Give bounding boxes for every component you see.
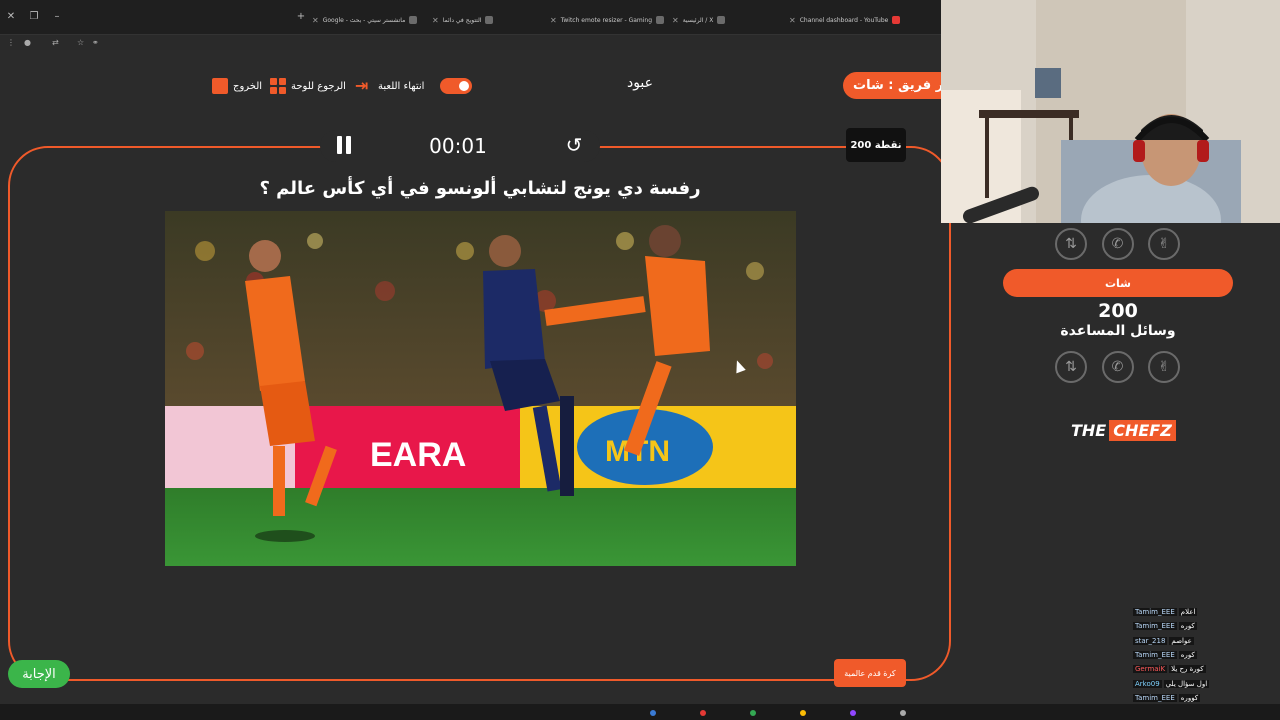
help-tools-row-bottom: ⇅ ✆ ✌: [1055, 351, 1180, 383]
exit-icon: [212, 78, 228, 94]
screen: ✕ ❐ – + ✕ Google - ماتشستر سيتي - بحث ✕ …: [0, 0, 1280, 720]
tab-favicon: [485, 16, 494, 24]
menu-icon[interactable]: ⋮: [7, 38, 15, 47]
webcam-feed: [941, 0, 1280, 223]
reset-timer-icon[interactable]: ↺: [563, 134, 585, 156]
answer-button[interactable]: الإجابة: [8, 660, 70, 688]
close-tab-icon[interactable]: ✕: [432, 16, 439, 25]
taskbar-app-icon[interactable]: [800, 710, 806, 716]
team-turn-pill: دور فريق : شات: [843, 72, 953, 99]
os-taskbar: [0, 704, 1280, 720]
tab-favicon: [656, 16, 665, 24]
chat-message: Tamim_EEE اعلام: [1133, 608, 1198, 617]
chat-message: star_218 عواصم: [1133, 636, 1194, 645]
phone-icon[interactable]: ✆: [1101, 351, 1134, 383]
google-favicon: [409, 16, 418, 24]
exit-button[interactable]: الخروج: [212, 77, 262, 95]
browser-tab[interactable]: ✕ Channel dashboard - YouTube: [789, 12, 907, 28]
browser-tab[interactable]: ✕ Google - ماتشستر سيتي - بحث: [312, 12, 430, 28]
taskbar-app-icon[interactable]: [900, 710, 906, 716]
swap-icon[interactable]: ⇅: [1055, 228, 1087, 260]
close-window-icon[interactable]: ✕: [4, 11, 18, 22]
webcam-image: [941, 0, 1280, 223]
team-score: 200: [1098, 300, 1138, 322]
profile-icon[interactable]: ●: [24, 38, 31, 47]
x-favicon: [717, 16, 726, 24]
youtube-favicon: [892, 16, 901, 24]
close-tab-icon[interactable]: ✕: [672, 16, 679, 25]
chat-message: GermaiK كورة رح يلا: [1133, 665, 1206, 674]
grid-icon: [270, 78, 286, 94]
help-tools-label: وسائل المساعدة: [1060, 323, 1176, 339]
bookmark-star-icon[interactable]: ☆: [77, 38, 84, 47]
sponsor-logo: THE CHEFZ: [1068, 418, 1176, 442]
timer-display: 00:01: [429, 134, 487, 158]
taskbar-app-icon[interactable]: [750, 710, 756, 716]
close-tab-icon[interactable]: ✕: [789, 16, 796, 25]
player-name: عبود: [626, 75, 654, 91]
chat-message: Arko09 اول سؤال يلي: [1133, 679, 1210, 688]
chat-overlay: Tamim_EEE اعلام Tamim_EEE كوره star_218 عوا…: [1133, 605, 1280, 705]
minimize-window-icon[interactable]: –: [50, 11, 64, 22]
tune-icon[interactable]: ⇄: [52, 38, 59, 47]
browser-tab[interactable]: ✕ Twitch emote resizer - Gaming: [550, 12, 668, 28]
toggle-switch[interactable]: [440, 78, 472, 94]
close-tab-icon[interactable]: ✕: [312, 16, 319, 25]
help-tools-row-top: ⇅ ✆ ✌: [1055, 228, 1180, 260]
question-image: EARA MTN: [165, 211, 796, 566]
taskbar-app-icon[interactable]: [650, 710, 656, 716]
logout-arrow-icon: ⇥: [355, 76, 369, 95]
game-toggle[interactable]: [440, 77, 472, 95]
football-photo: EARA MTN: [165, 211, 796, 566]
back-to-board-button[interactable]: الرجوع للوحة: [270, 77, 346, 95]
browser-tab[interactable]: ✕ الرئيسية / X: [672, 12, 784, 28]
chat-message: Tamim_EEE كووره: [1133, 693, 1201, 702]
chat-message: Tamim_EEE كوره: [1133, 651, 1197, 660]
new-tab-icon[interactable]: +: [294, 11, 308, 22]
browser-tabbar: ✕ ❐ – + ✕ Google - ماتشستر سيتي - بحث ✕ …: [0, 0, 941, 34]
extension-icon[interactable]: ⚭: [92, 38, 99, 47]
team-bar: شات: [1003, 269, 1233, 297]
end-game-button[interactable]: ⇥ انتهاء اللعبة: [355, 77, 424, 95]
phone-icon[interactable]: ✆: [1101, 228, 1134, 260]
browser-toolbar: ⋮ ● ⇄ ☆ ⚭: [0, 34, 941, 50]
points-badge: 200 نقطة: [846, 128, 906, 162]
restore-window-icon[interactable]: ❐: [27, 11, 41, 22]
question-text: رفسة دي يونج لتشابي ألونسو في أي كأس عال…: [259, 178, 701, 199]
taskbar-app-icon[interactable]: [700, 710, 706, 716]
svg-text:EARA: EARA: [370, 436, 466, 474]
chat-message: Tamim_EEE كوره: [1133, 622, 1197, 631]
browser-tab[interactable]: ✕ التتويج في دائما: [432, 12, 544, 28]
close-tab-icon[interactable]: ✕: [550, 16, 557, 25]
taskbar-app-icon[interactable]: [850, 710, 856, 716]
pause-icon[interactable]: [337, 136, 353, 154]
category-badge: كرة قدم عالمية: [834, 659, 906, 687]
swap-icon[interactable]: ⇅: [1055, 351, 1087, 383]
hand-icon[interactable]: ✌: [1148, 351, 1180, 383]
hand-icon[interactable]: ✌: [1148, 228, 1180, 260]
